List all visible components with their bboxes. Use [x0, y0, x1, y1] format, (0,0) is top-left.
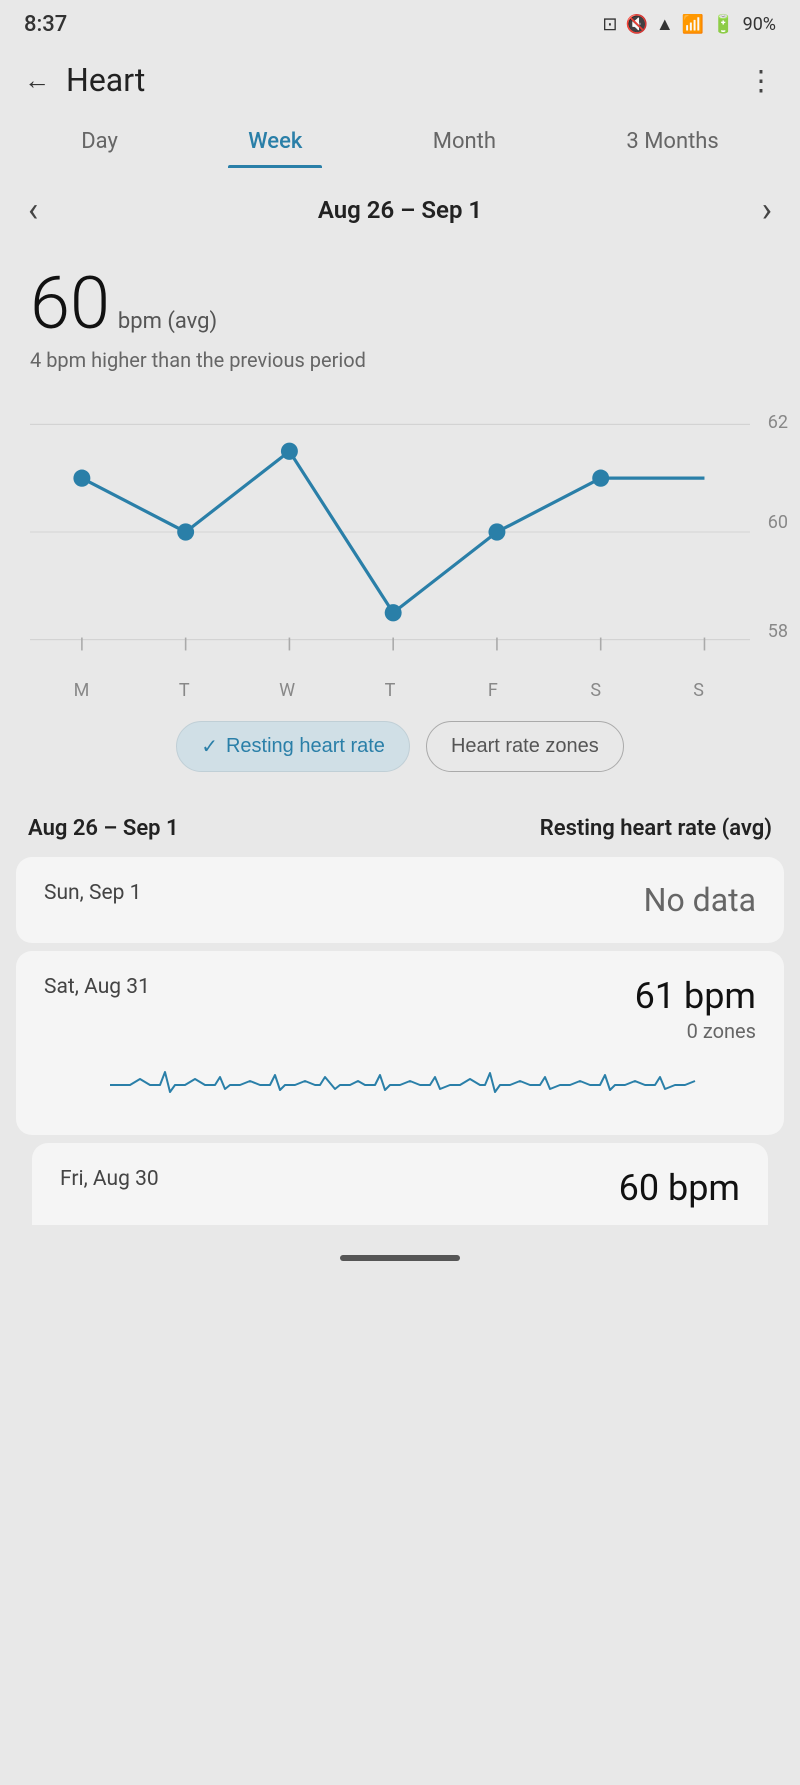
header: ← Heart ⋮ [0, 45, 800, 115]
battery-percent: 90% [743, 14, 776, 35]
status-bar: 8:37 ⊡ 🔇 ▲ 📶 🔋 90% [0, 0, 800, 45]
bpm-value: 60 [30, 268, 110, 340]
x-label-wed: W [236, 680, 339, 701]
tab-bar: Day Week Month 3 Months [0, 115, 800, 168]
tab-week[interactable]: Week [228, 115, 322, 168]
signal-icon: 📶 [682, 14, 704, 35]
more-options-button[interactable]: ⋮ [747, 64, 776, 97]
chart-wrapper: 62 60 58 [30, 392, 780, 672]
x-label-sat: S [544, 680, 647, 701]
next-period-button[interactable]: › [762, 190, 772, 230]
bottom-bar [0, 1225, 800, 1281]
summary-header: Aug 26 – Sep 1 Resting heart rate (avg) [0, 796, 800, 857]
resting-heart-rate-filter[interactable]: ✓ Resting heart rate [176, 721, 410, 772]
heart-rate-chart: 62 60 58 M T W T F S S [0, 382, 800, 701]
chart-x-labels: M T W T F S S [30, 672, 750, 701]
summary-metric-label: Resting heart rate (avg) [540, 816, 772, 841]
x-label-fri: F [441, 680, 544, 701]
stats-section: 60 bpm (avg) 4 bpm higher than the previ… [0, 248, 800, 382]
x-label-sun: S [647, 680, 750, 701]
data-card-row-sat: Sat, Aug 31 61 bpm 0 zones [44, 975, 756, 1043]
chart-point-tue [177, 523, 194, 540]
x-label-thu: T [339, 680, 442, 701]
y-label-58: 58 [768, 621, 788, 642]
chart-point-mon [73, 470, 90, 487]
chart-point-thu [385, 604, 402, 621]
mini-chart-sat [44, 1057, 756, 1111]
status-icons: ⊡ 🔇 ▲ 📶 🔋 90% [602, 14, 776, 35]
chart-point-sat [592, 470, 609, 487]
date-navigation: ‹ Aug 26 – Sep 1 › [0, 172, 800, 248]
home-indicator[interactable] [340, 1255, 460, 1261]
card-right-sat: 61 bpm 0 zones [635, 975, 756, 1043]
data-card-row: Sun, Sep 1 No data [44, 881, 756, 919]
filter-buttons: ✓ Resting heart rate Heart rate zones [0, 701, 800, 796]
chart-point-fri [488, 523, 505, 540]
card-value-sat: 61 bpm [635, 975, 756, 1017]
tab-3months[interactable]: 3 Months [606, 115, 738, 168]
data-card-fri[interactable]: Fri, Aug 30 60 bpm [32, 1143, 768, 1225]
header-left: ← Heart [24, 61, 145, 99]
card-date-fri: Fri, Aug 30 [60, 1167, 159, 1191]
bpm-comparison: 4 bpm higher than the previous period [30, 348, 770, 372]
mini-chart-svg [44, 1057, 756, 1107]
battery-icon: 🔋 [712, 14, 734, 35]
page-title: Heart [66, 61, 145, 99]
bpm-unit: bpm (avg) [118, 309, 217, 334]
zones-filter-label: Heart rate zones [451, 735, 599, 758]
card-sub-sat: 0 zones [635, 1019, 756, 1043]
card-date-sun: Sun, Sep 1 [44, 881, 141, 905]
y-label-62: 62 [768, 412, 788, 433]
x-label-tue: T [133, 680, 236, 701]
check-icon: ✓ [201, 734, 218, 759]
status-time: 8:37 [24, 12, 67, 37]
card-value-fri: 60 bpm [619, 1167, 740, 1209]
mute-icon: 🔇 [625, 14, 647, 35]
card-right-fri: 60 bpm [619, 1167, 740, 1209]
bpm-main: 60 bpm (avg) [30, 268, 770, 340]
back-button[interactable]: ← [24, 65, 50, 96]
chart-svg [30, 392, 750, 672]
date-range: Aug 26 – Sep 1 [318, 196, 482, 224]
x-label-mon: M [30, 680, 133, 701]
data-card-row-fri: Fri, Aug 30 60 bpm [60, 1167, 740, 1209]
data-cards: Sun, Sep 1 No data Sat, Aug 31 61 bpm 0 … [0, 857, 800, 1225]
summary-date-range: Aug 26 – Sep 1 [28, 816, 179, 841]
data-card-sun[interactable]: Sun, Sep 1 No data [16, 857, 784, 943]
tab-month[interactable]: Month [413, 115, 516, 168]
data-card-sat[interactable]: Sat, Aug 31 61 bpm 0 zones [16, 951, 784, 1135]
heart-rate-zones-filter[interactable]: Heart rate zones [426, 721, 624, 772]
card-value-sun: No data [644, 881, 756, 919]
card-date-sat: Sat, Aug 31 [44, 975, 150, 999]
tab-day[interactable]: Day [61, 115, 138, 168]
chart-point-wed [281, 443, 298, 460]
y-label-60: 60 [768, 512, 788, 533]
prev-period-button[interactable]: ‹ [28, 190, 38, 230]
wifi-icon: ▲ [656, 14, 674, 35]
resting-filter-label: Resting heart rate [226, 735, 385, 758]
cast-icon: ⊡ [602, 14, 617, 35]
